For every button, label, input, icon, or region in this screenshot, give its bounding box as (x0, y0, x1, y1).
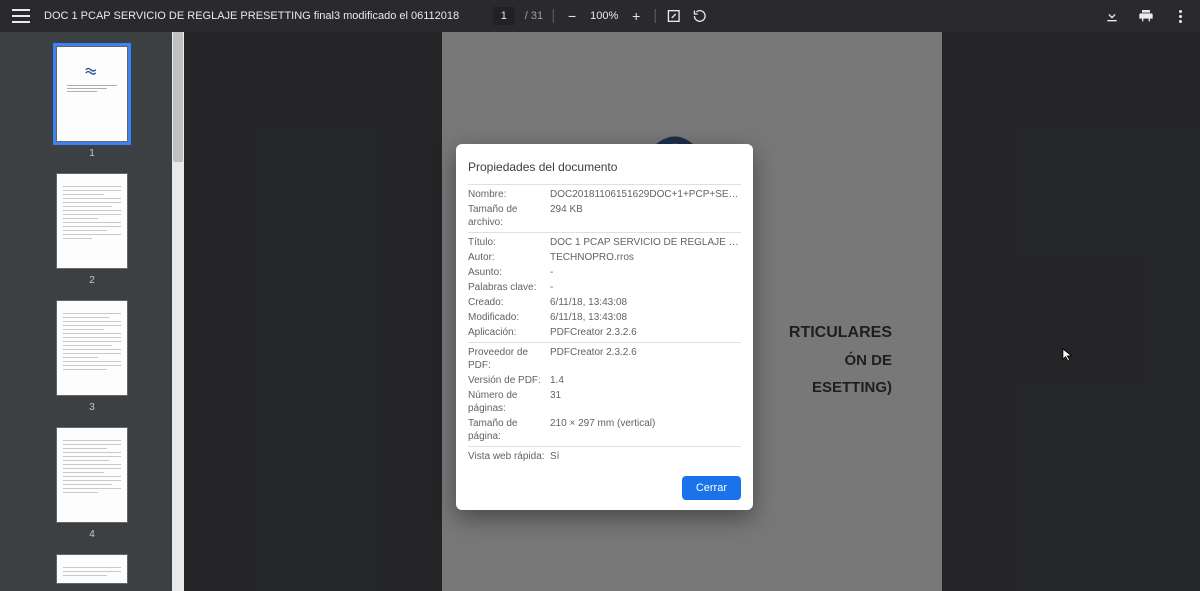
close-button[interactable]: Cerrar (682, 476, 741, 500)
property-label: Modificado: (468, 311, 550, 324)
property-row: Tamaño de página:210 × 297 mm (vertical) (468, 416, 741, 444)
dialog-section: Vista web rápida:Sí (468, 446, 741, 466)
property-value: TECHNOPRO.rros (550, 251, 634, 264)
property-value: - (550, 281, 553, 294)
property-value: - (550, 266, 553, 279)
property-label: Título: (468, 236, 550, 249)
page-total: / 31 (525, 10, 543, 22)
thumbnail-number: 1 (89, 148, 95, 159)
dialog-section: Nombre:DOC20181106151629DOC+1+PCP+SERVIC… (468, 184, 741, 232)
thumbnail-page-2[interactable] (56, 173, 128, 269)
property-label: Versión de PDF: (468, 374, 550, 387)
zoom-out-button[interactable]: − (564, 8, 580, 24)
property-label: Autor: (468, 251, 550, 264)
property-label: Proveedor de PDF: (468, 346, 550, 372)
property-value: PDFCreator 2.3.2.6 (550, 346, 637, 372)
download-icon[interactable] (1104, 8, 1120, 24)
thumbnail-page-3[interactable] (56, 300, 128, 396)
thumbnail-number: 4 (89, 529, 95, 540)
property-row: Tamaño de archivo:294 KB (468, 202, 741, 230)
property-label: Palabras clave: (468, 281, 550, 294)
property-row: Asunto:- (468, 265, 741, 280)
property-value: DOC20181106151629DOC+1+PCP+SERVICIO+RE… (550, 188, 741, 201)
thumbnail-sidebar[interactable]: 1 2 3 4 (0, 32, 184, 591)
property-value: 6/11/18, 13:43:08 (550, 296, 627, 309)
property-row: Título:DOC 1 PCAP SERVICIO DE REGLAJE PR… (468, 235, 741, 250)
property-label: Nombre: (468, 188, 550, 201)
property-value: DOC 1 PCAP SERVICIO DE REGLAJE PRESETTIN… (550, 236, 741, 249)
document-properties-dialog: Propiedades del documento Nombre:DOC2018… (456, 144, 753, 510)
property-value: 294 KB (550, 203, 583, 229)
thumbnail-page-1[interactable] (56, 46, 128, 142)
property-value: 6/11/18, 13:43:08 (550, 311, 627, 324)
property-value: 31 (550, 389, 561, 415)
property-label: Creado: (468, 296, 550, 309)
property-row: Vista web rápida:Sí (468, 449, 741, 464)
menu-icon[interactable] (12, 9, 30, 23)
property-label: Tamaño de página: (468, 417, 550, 443)
property-value: 1.4 (550, 374, 564, 387)
rotate-icon[interactable] (691, 8, 707, 24)
property-row: Palabras clave:- (468, 280, 741, 295)
zoom-level: 100% (590, 10, 618, 22)
property-value: Sí (550, 450, 559, 463)
property-row: Nombre:DOC20181106151629DOC+1+PCP+SERVIC… (468, 187, 741, 202)
separator (553, 9, 554, 23)
property-row: Modificado:6/11/18, 13:43:08 (468, 310, 741, 325)
property-row: Autor:TECHNOPRO.rros (468, 250, 741, 265)
thumbnail-number: 2 (89, 275, 95, 286)
dialog-title: Propiedades del documento (468, 160, 741, 174)
toolbar: DOC 1 PCAP SERVICIO DE REGLAJE PRESETTIN… (0, 0, 1200, 32)
thumbnail-page-4[interactable] (56, 427, 128, 523)
property-label: Tamaño de archivo: (468, 203, 550, 229)
property-label: Vista web rápida: (468, 450, 550, 463)
document-title: DOC 1 PCAP SERVICIO DE REGLAJE PRESETTIN… (44, 10, 459, 22)
separator (654, 9, 655, 23)
property-value: PDFCreator 2.3.2.6 (550, 326, 637, 339)
dialog-section: Proveedor de PDF:PDFCreator 2.3.2.6Versi… (468, 342, 741, 446)
property-label: Asunto: (468, 266, 550, 279)
dialog-section: Título:DOC 1 PCAP SERVICIO DE REGLAJE PR… (468, 232, 741, 342)
more-icon[interactable] (1172, 8, 1188, 24)
fit-page-icon[interactable] (665, 8, 681, 24)
property-row: Número de páginas:31 (468, 388, 741, 416)
zoom-in-button[interactable]: + (628, 8, 644, 24)
page-number-input[interactable] (493, 7, 515, 25)
thumbnail-page-5[interactable] (56, 554, 128, 584)
sidebar-scrollbar[interactable] (172, 32, 184, 591)
property-label: Número de páginas: (468, 389, 550, 415)
property-row: Aplicación:PDFCreator 2.3.2.6 (468, 325, 741, 340)
property-row: Proveedor de PDF:PDFCreator 2.3.2.6 (468, 345, 741, 373)
property-label: Aplicación: (468, 326, 550, 339)
thumbnail-number: 3 (89, 402, 95, 413)
property-row: Creado:6/11/18, 13:43:08 (468, 295, 741, 310)
print-icon[interactable] (1138, 8, 1154, 24)
property-row: Versión de PDF:1.4 (468, 373, 741, 388)
property-value: 210 × 297 mm (vertical) (550, 417, 655, 443)
